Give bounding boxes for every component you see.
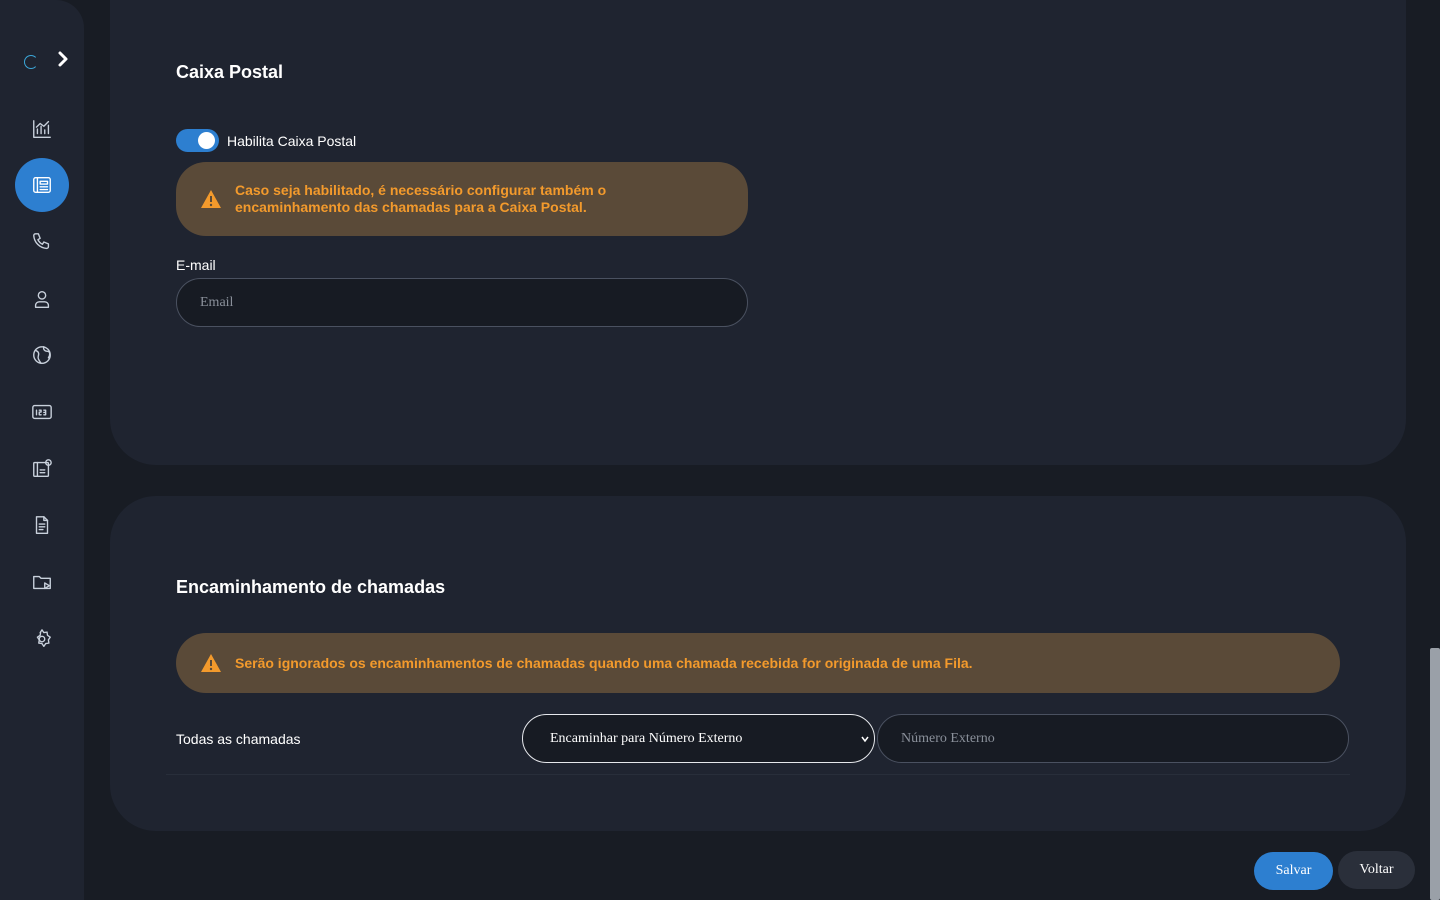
gear-icon [36, 629, 51, 648]
voicemail-title: Caixa Postal [176, 62, 284, 82]
sidebar-item-users[interactable] [15, 272, 69, 326]
forwarding-type-select[interactable]: Encaminhar para Número Externo [522, 714, 875, 763]
phone-icon [33, 233, 50, 250]
voicemail-warning: Caso seja habilitado, é necessário confi… [176, 162, 748, 236]
voicemail-toggle-label: Habilita Caixa Postal [227, 132, 357, 149]
sidebar-item-reports[interactable] [15, 498, 69, 552]
pbx-settings-icon [33, 459, 52, 478]
external-number-placeholder: Número Externo [901, 730, 995, 746]
email-field[interactable]: Email [176, 278, 748, 327]
sidebar-item-network[interactable] [15, 328, 69, 382]
scrollbar-thumb[interactable] [1430, 648, 1440, 900]
back-button[interactable]: Voltar [1338, 851, 1415, 889]
loading-spinner-icon [24, 54, 38, 69]
forwarding-type-value: Encaminhar para Número Externo [550, 730, 743, 746]
email-label: E-mail [176, 257, 216, 273]
sidebar-top-controls [24, 50, 70, 73]
phonebook-icon [33, 176, 51, 194]
sidebar-item-numbers[interactable] [15, 385, 69, 439]
forwarding-warning: Serão ignorados os encaminhamentos de ch… [176, 633, 1340, 693]
save-button[interactable]: Salvar [1254, 852, 1333, 890]
voicemail-warning-line1: Caso seja habilitado, é necessário confi… [235, 182, 607, 198]
sidebar-item-calls[interactable] [15, 215, 69, 269]
chevron-down-icon [861, 736, 869, 743]
sidebar-item-extensions[interactable] [15, 158, 69, 212]
voicemail-warning-line2: encaminhamento das chamadas para a Caixa… [235, 199, 587, 215]
user-icon [34, 290, 50, 308]
document-icon [35, 516, 49, 534]
voicemail-toggle-row: Habilita Caixa Postal [176, 129, 356, 152]
row-divider [166, 774, 1350, 775]
numbers-icon [32, 404, 52, 420]
sidebar-item-media[interactable] [15, 555, 69, 609]
sidebar-item-settings[interactable] [15, 612, 69, 666]
voicemail-card: Caixa Postal Habilita Caixa Postal Caso … [110, 0, 1406, 465]
all-calls-label: Todas as chamadas [176, 731, 301, 747]
toggle-knob [198, 132, 215, 149]
chart-icon [33, 120, 51, 138]
media-folder-icon [33, 575, 51, 590]
forwarding-warning-text: Serão ignorados os encaminhamentos de ch… [235, 654, 973, 671]
external-number-input[interactable]: Número Externo [877, 714, 1349, 763]
warning-icon [201, 190, 221, 208]
forwarding-title: Encaminhamento de chamadas [176, 577, 446, 597]
sidebar [0, 0, 84, 900]
email-placeholder: Email [200, 294, 234, 310]
forwarding-card: Encaminhamento de chamadas Serão ignorad… [110, 496, 1406, 831]
globe-icon [33, 346, 51, 364]
sidebar-item-dashboard[interactable] [15, 102, 69, 156]
sidebar-item-pbx-settings[interactable] [15, 442, 69, 496]
warning-icon [201, 654, 221, 672]
voicemail-toggle[interactable] [176, 129, 219, 152]
chevron-right-icon[interactable] [56, 50, 70, 73]
